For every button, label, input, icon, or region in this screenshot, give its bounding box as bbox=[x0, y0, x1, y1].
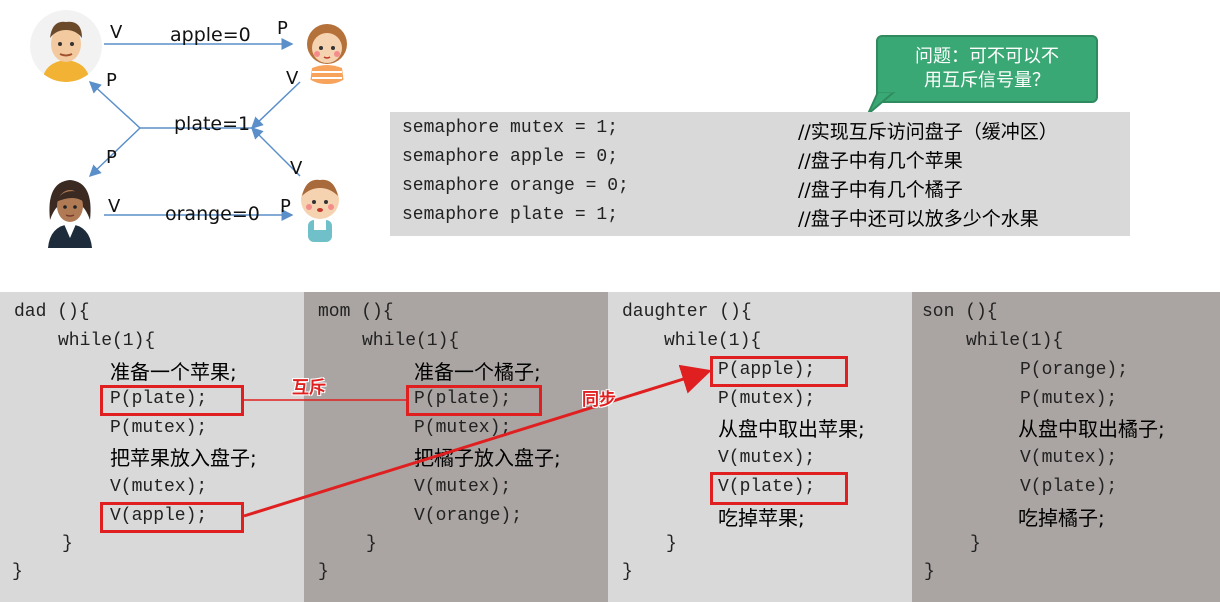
highlight-box bbox=[406, 385, 542, 416]
daughter-process-panel: daughter (){ while(1){ P(apple); P(mutex… bbox=[608, 292, 912, 602]
son-p-mutex: P(mutex); bbox=[1020, 389, 1118, 409]
mom-v-orange: V(orange); bbox=[414, 506, 523, 526]
highlight-box bbox=[710, 472, 848, 505]
semaphore-comment: //盘子中有几个橘子 bbox=[798, 179, 963, 201]
highlight-box bbox=[710, 356, 848, 387]
son-p-label: P bbox=[280, 196, 291, 217]
dad-v-mutex: V(mutex); bbox=[110, 477, 208, 497]
dad-p-label: P bbox=[106, 70, 117, 91]
dad-line-4: 把苹果放入盘子; bbox=[110, 446, 257, 470]
dad-close-inner: } bbox=[62, 534, 73, 554]
dad-avatar bbox=[30, 10, 102, 82]
dad-while: while(1){ bbox=[58, 331, 156, 351]
semaphore-line: semaphore apple = 0; //盘子中有几个苹果 bbox=[402, 147, 1122, 176]
semaphore-comment: //盘子中还可以放多少个水果 bbox=[798, 208, 1039, 230]
daughter-line-3: 从盘中取出苹果; bbox=[718, 417, 865, 441]
highlight-box bbox=[100, 385, 244, 416]
son-line-6: 吃掉橘子; bbox=[1018, 506, 1105, 530]
semaphore-line: semaphore orange = 0; //盘子中有几个橘子 bbox=[402, 176, 1122, 205]
highlight-box bbox=[100, 502, 244, 533]
dad-close-outer: } bbox=[12, 562, 23, 582]
semaphore-declarations: semaphore mutex = 1; //实现互斥访问盘子（缓冲区） sem… bbox=[390, 112, 1130, 236]
daughter-avatar bbox=[296, 12, 358, 84]
question-line-2: 用互斥信号量？ bbox=[924, 70, 1050, 91]
son-line-3: 从盘中取出橘子; bbox=[1018, 417, 1165, 441]
mom-process-panel: mom (){ while(1){ 准备一个橘子; P(plate); P(mu… bbox=[304, 292, 608, 602]
son-close-outer: } bbox=[924, 562, 935, 582]
son-p-orange: P(orange); bbox=[1020, 360, 1129, 380]
daughter-v-label: V bbox=[286, 68, 299, 89]
daughter-p-mutex: P(mutex); bbox=[718, 389, 816, 409]
mom-p-label: P bbox=[106, 147, 117, 168]
son-v-label: V bbox=[290, 158, 303, 179]
mom-while: while(1){ bbox=[362, 331, 460, 351]
semaphore-code: semaphore mutex = 1; bbox=[402, 118, 619, 138]
daughter-close-inner: } bbox=[666, 534, 677, 554]
orange-edge-label: orange=0 bbox=[165, 203, 260, 225]
dad-line-1: 准备一个苹果; bbox=[110, 360, 237, 384]
son-v-mutex: V(mutex); bbox=[1020, 448, 1118, 468]
semaphore-code: semaphore plate = 1; bbox=[402, 205, 619, 225]
son-close-inner: } bbox=[970, 534, 981, 554]
question-bubble: 问题：可不可以不 用互斥信号量？ bbox=[876, 35, 1098, 103]
mom-avatar bbox=[40, 172, 100, 248]
mom-v-label: V bbox=[108, 196, 121, 217]
sync-label: 同步 bbox=[582, 390, 616, 410]
mutual-exclusion-label: 互斥 bbox=[292, 378, 326, 398]
mom-header: mom (){ bbox=[318, 302, 394, 322]
mom-line-1: 准备一个橘子; bbox=[414, 360, 541, 384]
dad-process-panel: dad (){ while(1){ 准备一个苹果; P(plate); P(mu… bbox=[0, 292, 304, 602]
son-while: while(1){ bbox=[966, 331, 1064, 351]
daughter-close-outer: } bbox=[622, 562, 633, 582]
dad-p-mutex: P(mutex); bbox=[110, 418, 208, 438]
mom-line-4: 把橘子放入盘子; bbox=[414, 446, 561, 470]
daughter-v-mutex: V(mutex); bbox=[718, 448, 816, 468]
son-v-plate: V(plate); bbox=[1020, 477, 1118, 497]
plate-edge-label: plate=1 bbox=[174, 113, 251, 135]
dad-header: dad (){ bbox=[14, 302, 90, 322]
apple-edge-label: apple=0 bbox=[170, 24, 251, 46]
semaphore-code: semaphore orange = 0; bbox=[402, 176, 629, 196]
semaphore-line: semaphore mutex = 1; //实现互斥访问盘子（缓冲区） bbox=[402, 118, 1122, 147]
son-avatar bbox=[298, 176, 342, 244]
semaphore-code: semaphore apple = 0; bbox=[402, 147, 619, 167]
semaphore-line: semaphore plate = 1; //盘子中还可以放多少个水果 bbox=[402, 205, 1122, 234]
semaphore-comment: //盘子中有几个苹果 bbox=[798, 150, 963, 172]
son-process-panel: son (){ while(1){ P(orange); P(mutex); 从… bbox=[912, 292, 1220, 602]
question-line-1: 问题：可不可以不 bbox=[915, 46, 1059, 67]
daughter-while: while(1){ bbox=[664, 331, 762, 351]
son-header: son (){ bbox=[922, 302, 998, 322]
dad-v-label: V bbox=[110, 22, 123, 43]
daughter-line-6: 吃掉苹果; bbox=[718, 506, 805, 530]
daughter-header: daughter (){ bbox=[622, 302, 752, 322]
daughter-p-label: P bbox=[277, 18, 288, 39]
mom-p-mutex: P(mutex); bbox=[414, 418, 512, 438]
semaphore-comment: //实现互斥访问盘子（缓冲区） bbox=[798, 121, 1058, 143]
mom-close-inner: } bbox=[366, 534, 377, 554]
mom-v-mutex: V(mutex); bbox=[414, 477, 512, 497]
mom-close-outer: } bbox=[318, 562, 329, 582]
